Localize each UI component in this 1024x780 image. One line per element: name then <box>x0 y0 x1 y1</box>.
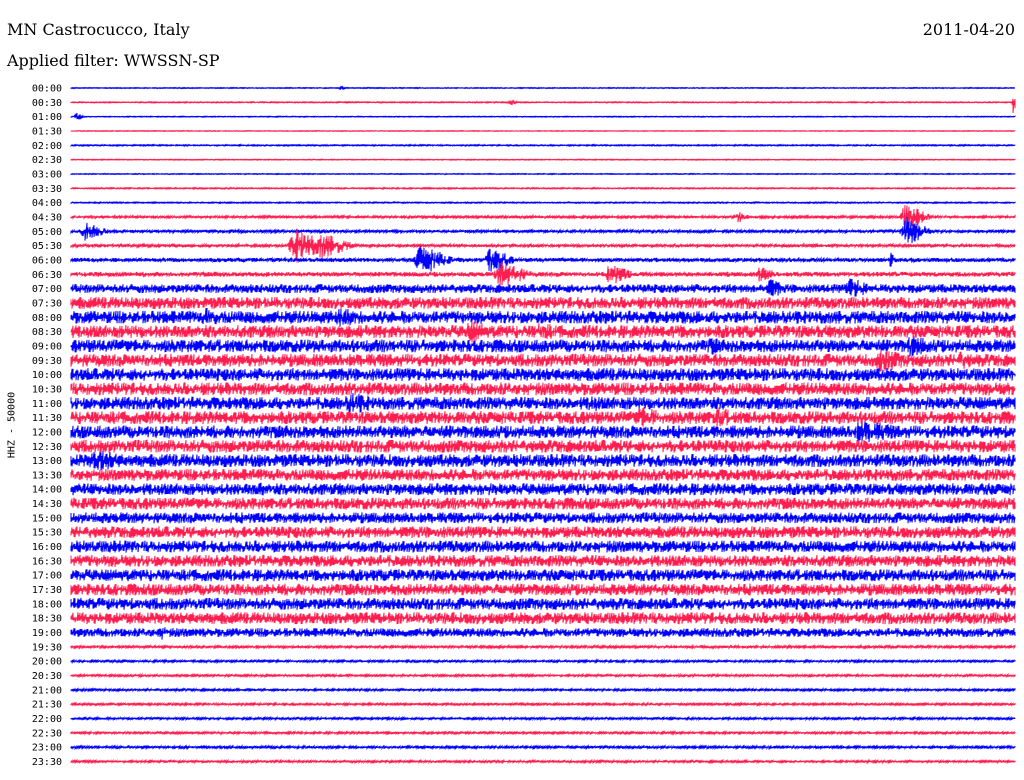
seismic-trace <box>70 450 1016 470</box>
seismic-trace <box>70 744 1016 751</box>
time-tick-label: 17:30 <box>32 585 62 596</box>
time-tick-label: 10:30 <box>32 384 62 395</box>
time-tick-label: 02:00 <box>32 141 62 152</box>
time-tick-label: 11:00 <box>32 399 62 410</box>
time-tick-label: 14:00 <box>32 485 62 496</box>
time-tick-label: 15:30 <box>32 528 62 539</box>
time-tick-label: 22:30 <box>32 728 62 739</box>
seismic-trace <box>70 261 1016 288</box>
seismic-trace <box>70 158 1016 161</box>
time-tick-label: 15:00 <box>32 513 62 524</box>
seismic-trace <box>70 368 1016 382</box>
seismic-trace <box>70 569 1016 582</box>
seismic-trace <box>70 85 1016 91</box>
time-tick-label: 09:30 <box>32 356 62 367</box>
seismic-trace <box>70 421 1016 443</box>
seismic-trace <box>70 112 1016 120</box>
helicorder-plot: 00:00 00:30 01:00 01:30 02:00 02:30 03:00 03:30… <box>32 84 1016 768</box>
time-tick-label: 16:00 <box>32 542 62 553</box>
seismic-trace <box>70 307 1016 327</box>
seismic-trace <box>70 612 1016 625</box>
time-tick-label: 05:00 <box>32 227 62 238</box>
seismic-trace <box>70 204 1016 231</box>
seismic-trace <box>70 627 1016 640</box>
time-tick-label: 04:00 <box>32 198 62 209</box>
seismic-trace <box>70 406 1016 429</box>
seismic-trace <box>70 393 1016 414</box>
time-tick-label: 06:00 <box>32 255 62 266</box>
time-tick-label: 20:30 <box>32 671 62 682</box>
time-tick-label: 10:00 <box>32 370 62 381</box>
seismic-trace <box>70 172 1016 176</box>
seismic-trace <box>70 336 1016 357</box>
time-tick-label: 17:00 <box>32 571 62 582</box>
seismic-trace <box>70 320 1016 343</box>
time-tick-label: 18:30 <box>32 614 62 625</box>
seismic-trace <box>70 758 1016 765</box>
seismic-trace <box>70 350 1016 372</box>
time-tick-label: 02:30 <box>32 155 62 166</box>
time-tick-label: 03:00 <box>32 169 62 180</box>
time-tick-label: 19:00 <box>32 628 62 639</box>
time-tick-label: 03:30 <box>32 184 62 195</box>
seismic-trace <box>70 540 1016 553</box>
time-tick-label: 13:30 <box>32 470 62 481</box>
time-tick-label: 05:30 <box>32 241 62 252</box>
time-tick-label: 20:00 <box>32 657 62 668</box>
seismic-trace <box>70 98 1016 114</box>
seismic-trace <box>70 216 1016 244</box>
seismic-trace <box>70 186 1016 191</box>
time-tick-label: 16:30 <box>32 556 62 567</box>
seismic-trace <box>70 658 1016 665</box>
seismic-trace <box>70 715 1016 722</box>
seismic-trace <box>70 597 1016 610</box>
seismic-trace <box>70 672 1016 679</box>
time-tick-label: 18:00 <box>32 599 62 610</box>
time-tick-label: 11:30 <box>32 413 62 424</box>
seismic-trace <box>70 278 1016 297</box>
seismic-trace <box>70 686 1016 693</box>
time-tick-label: 19:30 <box>32 642 62 653</box>
seismic-trace <box>70 583 1016 596</box>
time-tick-label: 22:00 <box>32 714 62 725</box>
time-tick-label: 13:00 <box>32 456 62 467</box>
time-tick-label: 21:00 <box>32 685 62 696</box>
seismic-trace <box>70 143 1016 148</box>
seismogram-page: MN Castrocucco, Italy 2011-04-20 Applied… <box>0 0 1024 780</box>
time-tick-label: 06:30 <box>32 270 62 281</box>
seismic-trace <box>70 526 1016 539</box>
time-tick-label: 12:00 <box>32 427 62 438</box>
seismic-trace <box>70 382 1016 396</box>
seismic-trace <box>70 497 1016 510</box>
time-tick-label: 00:00 <box>32 84 62 95</box>
time-tick-label: 04:30 <box>32 212 62 223</box>
time-tick-label: 14:30 <box>32 499 62 510</box>
seismic-trace <box>70 129 1016 133</box>
time-tick-label: 08:30 <box>32 327 62 338</box>
seismic-trace <box>70 468 1016 481</box>
seismic-trace <box>70 245 1016 272</box>
seismic-trace <box>70 701 1016 708</box>
time-tick-label: 07:00 <box>32 284 62 295</box>
time-tick-label: 01:00 <box>32 112 62 123</box>
seismic-trace <box>70 643 1016 651</box>
seismic-trace <box>70 554 1016 567</box>
time-tick-label: 09:00 <box>32 341 62 352</box>
time-tick-label: 07:30 <box>32 298 62 309</box>
seismic-trace <box>70 296 1016 309</box>
seismic-trace <box>70 729 1016 736</box>
time-tick-label: 21:30 <box>32 700 62 711</box>
seismic-trace <box>70 439 1016 453</box>
time-tick-label: 23:30 <box>32 757 62 768</box>
time-tick-label: 01:30 <box>32 126 62 137</box>
seismic-trace <box>70 512 1016 524</box>
time-tick-label: 08:00 <box>32 313 62 324</box>
time-tick-label: 12:30 <box>32 442 62 453</box>
seismic-trace <box>70 482 1016 496</box>
seismic-trace <box>70 200 1016 205</box>
time-tick-label: 00:30 <box>32 98 62 109</box>
time-tick-label: 23:00 <box>32 743 62 754</box>
